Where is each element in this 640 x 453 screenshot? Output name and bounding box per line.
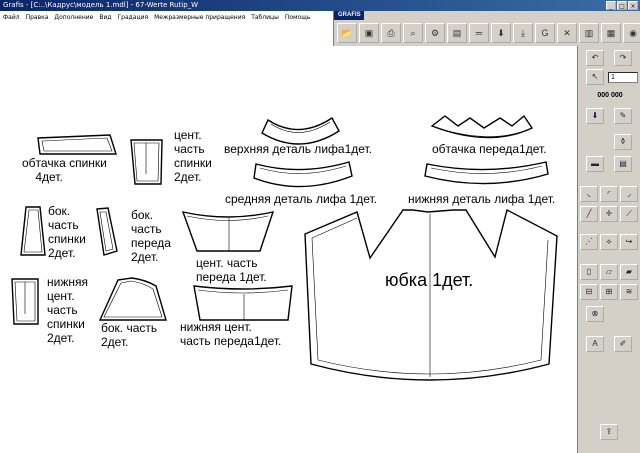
piece-tool-1-icon[interactable]: ▯ — [580, 264, 598, 280]
piece-skirt — [304, 208, 558, 381]
delete-point-icon[interactable]: ⊗ — [586, 306, 604, 322]
menu-increments[interactable]: Межразмерные приращения — [154, 11, 245, 24]
point-tool-3-icon[interactable]: ↪ — [620, 234, 638, 250]
label-side-back: бок. часть спинки 2дет. — [48, 204, 86, 260]
close-button[interactable]: × — [628, 1, 638, 10]
curve-tool-1-icon[interactable]: ◟ — [580, 186, 598, 202]
label-center-front: цент. часть переда 1дет. — [196, 256, 267, 284]
menu-grading[interactable]: Градация — [118, 11, 149, 24]
label-lower-bodice: нижняя деталь лифа 1дет. — [408, 192, 556, 206]
minimize-button[interactable]: _ — [606, 1, 616, 10]
label-front-facing: обтачка переда1дет. — [432, 142, 547, 156]
window-title: Grafis - [C:..\Кадрус\модель 1.mdl] - 67… — [3, 1, 199, 9]
menu-help[interactable]: Помощь — [285, 11, 311, 24]
line-tool-3-icon[interactable]: ⟋ — [620, 206, 638, 222]
folder-icon[interactable]: ▬ — [586, 156, 604, 172]
text-tool-icon[interactable]: A — [586, 336, 604, 352]
piece-side-part — [98, 277, 167, 321]
menu-edit[interactable]: Правка — [26, 11, 49, 24]
label-side-part: бок. часть 2дет. — [101, 321, 158, 349]
label-back-facing: обтачка спинки 4дет. — [22, 156, 107, 184]
menu-tables[interactable]: Таблицы — [251, 11, 279, 24]
position-counter: 000 000 — [597, 92, 623, 99]
piece-middle-bodice — [253, 161, 353, 188]
piece-side-back — [20, 206, 46, 256]
label-middle-bodice: средняя деталь лифа 1дет. — [225, 192, 377, 206]
select-icon[interactable]: ↖ — [586, 69, 604, 85]
bottle-icon[interactable]: ⚱ — [614, 134, 632, 150]
line-tool-1-icon[interactable]: ╱ — [580, 206, 598, 222]
label-side-front: бок. часть переда 2дет. — [131, 208, 171, 264]
step-field[interactable]: 1 — [608, 72, 638, 83]
pdf-icon[interactable]: ◉ — [623, 23, 640, 43]
piece-front-facing — [430, 114, 534, 139]
menu-file[interactable]: Файл — [3, 11, 20, 24]
redo-icon[interactable]: ↷ — [614, 50, 632, 66]
drawing-canvas[interactable]: обтачка спинки 4дет. цент. часть спинки … — [0, 24, 577, 453]
undo-icon[interactable]: ↶ — [586, 50, 604, 66]
f11-icon[interactable]: ▥ — [579, 23, 599, 43]
point-tool-2-icon[interactable]: ⟡ — [600, 234, 618, 250]
pen-icon[interactable]: ✎ — [614, 108, 632, 124]
piece-center-front — [181, 211, 275, 252]
brush-icon[interactable]: ✐ — [614, 336, 632, 352]
tool-panel: ↶ ↷ ↖ 1 000 000 ⬇ ✎ ⚱ ▬ ▤ ◟ ◜ ◞ ╱ ✛ ⟋ ⋰ … — [577, 46, 640, 453]
maximize-button[interactable]: □ — [617, 1, 627, 10]
f12-icon[interactable]: ▦ — [601, 23, 621, 43]
piece-tool-6-icon[interactable]: ≋ — [620, 284, 638, 300]
label-center-back: цент. часть спинки 2дет. — [174, 128, 212, 184]
curve-tool-2-icon[interactable]: ◜ — [600, 186, 618, 202]
label-skirt: юбка 1дет. — [385, 270, 474, 290]
export-icon[interactable]: ⇪ — [600, 424, 618, 440]
piece-center-back — [130, 139, 163, 185]
piece-tool-5-icon[interactable]: ⊞ — [600, 284, 618, 300]
menu-view[interactable]: Вид — [99, 11, 111, 24]
piece-tool-4-icon[interactable]: ⊟ — [580, 284, 598, 300]
menu-addon[interactable]: Дополнение — [54, 11, 93, 24]
piece-tool-2-icon[interactable]: ▱ — [600, 264, 618, 280]
label-upper-bodice: верхняя деталь лифа1дет. — [224, 142, 373, 156]
stack-icon[interactable]: ▤ — [614, 156, 632, 172]
toolbar-caption: GRAFIS — [334, 11, 364, 20]
menu-bar: Файл Правка Дополнение Вид Градация Межр… — [0, 11, 333, 24]
piece-upper-bodice — [261, 116, 340, 145]
pattern-drawing — [11, 114, 558, 381]
arrow-down-icon[interactable]: ⬇ — [586, 108, 604, 124]
label-lower-center-back: нижняя цент. часть спинки 2дет. — [47, 275, 88, 345]
piece-tool-3-icon[interactable]: ▰ — [620, 264, 638, 280]
piece-lower-center-back — [11, 278, 39, 325]
piece-back-facing — [37, 134, 117, 155]
piece-lower-center-front — [193, 285, 293, 321]
label-lower-center-front: нижняя цент. часть переда1дет. — [180, 320, 282, 348]
point-tool-1-icon[interactable]: ⋰ — [580, 234, 598, 250]
piece-side-front — [96, 207, 118, 256]
piece-lower-bodice — [424, 161, 549, 185]
curve-tool-3-icon[interactable]: ◞ — [620, 186, 638, 202]
line-tool-2-icon[interactable]: ✛ — [600, 206, 618, 222]
title-bar: Grafis - [C:..\Кадрус\модель 1.mdl] - 67… — [0, 0, 640, 11]
